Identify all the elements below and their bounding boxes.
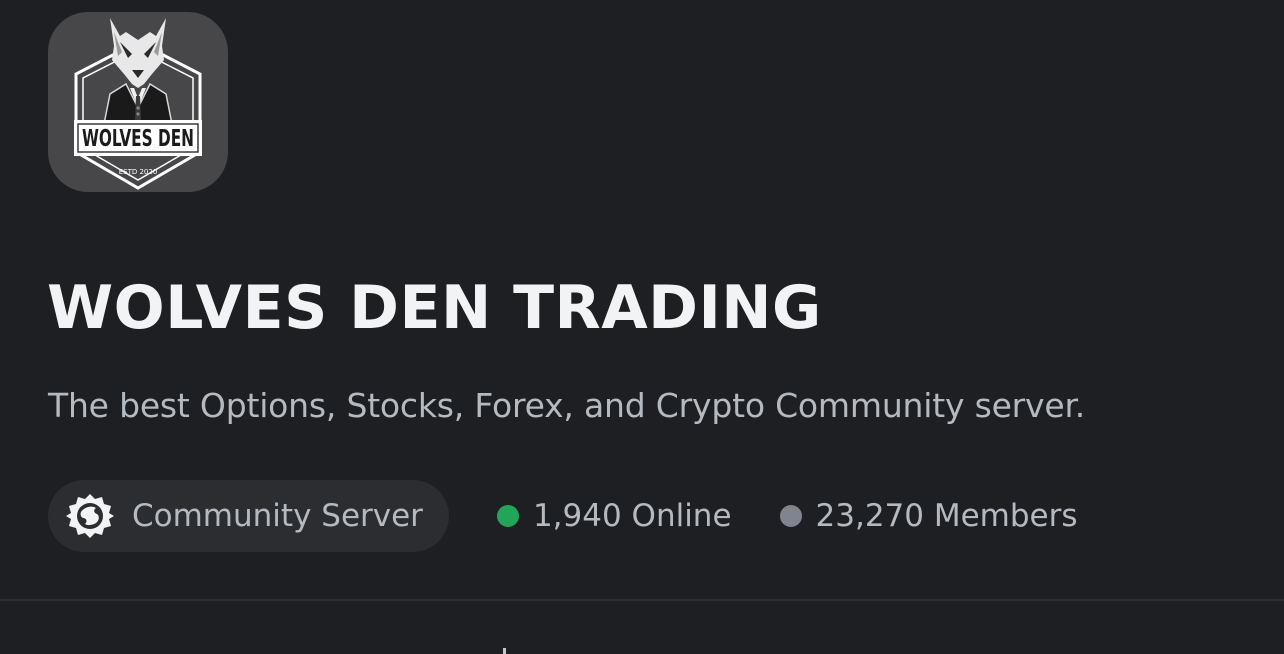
member-count-text: 23,270 Members xyxy=(815,498,1078,534)
scroll-indicator xyxy=(503,648,506,654)
logo-wordmark: WOLVES DEN xyxy=(82,126,194,152)
community-server-badge[interactable]: Community Server xyxy=(48,480,449,552)
community-server-icon xyxy=(66,492,114,540)
wolf-logo-icon: WOLVES DEN ESTD 2020 xyxy=(74,18,202,190)
logo-established: ESTD 2020 xyxy=(119,168,158,176)
member-status-dot xyxy=(779,505,802,527)
online-count: 1,940 Online xyxy=(496,498,732,534)
server-description: The best Options, Stocks, Forex, and Cry… xyxy=(48,386,1086,425)
server-icon[interactable]: WOLVES DEN ESTD 2020 xyxy=(48,12,228,192)
server-name: WOLVES DEN TRADING xyxy=(47,273,822,343)
member-count: 23,270 Members xyxy=(779,498,1078,534)
section-divider xyxy=(0,599,1284,601)
online-count-text: 1,940 Online xyxy=(532,498,732,534)
server-stats-row: Community Server 1,940 Online 23,270 Mem… xyxy=(48,480,1078,552)
community-server-label: Community Server xyxy=(132,498,423,534)
online-status-dot xyxy=(496,505,519,527)
